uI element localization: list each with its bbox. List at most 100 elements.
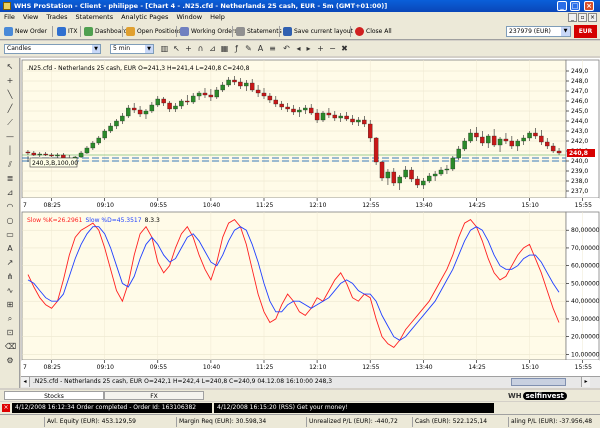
fibonacci-tool-icon[interactable]: ≣ (5, 174, 15, 184)
zoom-out-icon[interactable]: − (328, 44, 337, 53)
new-order-button[interactable]: New Order (4, 25, 47, 38)
candle-body (43, 153, 48, 156)
scroll-right-icon[interactable]: ▸ (304, 44, 313, 53)
open-positions-icon (126, 27, 135, 36)
arc-tool-icon[interactable]: ◠ (5, 202, 15, 212)
account-select-value: 237979 (EUR) (509, 28, 551, 35)
drawing-toolbar: ↖ + ╲ ╱ ⟋ — │ ⫽ ≣ ⊿ ◠ ○ ▭ A ↗ ⋔ ∿ ⊞ ⌕ ⊡ … (0, 58, 20, 388)
pitchfork-tool-icon[interactable]: ⋔ (5, 272, 15, 282)
close-window-button[interactable]: × (584, 1, 594, 11)
mdi-restore-button[interactable]: ▫ (578, 13, 587, 22)
text-tool-icon[interactable]: A (256, 44, 265, 53)
unrealized-pl: Unrealized P/L (EUR): -440,72 (306, 417, 412, 427)
tab-fx[interactable]: FX (104, 391, 204, 400)
lock-tool-icon[interactable]: ⊡ (5, 328, 15, 338)
horizontal-line-icon[interactable]: — (5, 132, 15, 142)
candle-body (533, 132, 538, 137)
chart-area[interactable]: 249,0 248,0 247,0 246,0 245,0 244,0 243,0 242,0… (21, 58, 600, 388)
rectangle-tool-icon[interactable]: ▭ (5, 230, 15, 240)
crosshair-icon[interactable]: + (184, 44, 193, 53)
pointer-tool-icon[interactable]: ↖ (5, 62, 15, 72)
menu-trades[interactable]: Trades (42, 12, 71, 23)
account-select[interactable]: 237979 (EUR) ▼ (506, 26, 571, 37)
gann-tool-icon[interactable]: ⊿ (5, 188, 15, 198)
channel-tool-icon[interactable]: ⫽ (5, 160, 15, 170)
toolbar-separator (232, 26, 233, 37)
chart-canvas[interactable]: 249,0 248,0 247,0 246,0 245,0 244,0 243,0 242,0… (21, 58, 600, 376)
close-all-icon (355, 27, 364, 36)
news-item[interactable]: 4/12/2008 16:12:34 Order completed - Ord… (12, 403, 212, 413)
stoch-tick-label: 40,00000 (571, 298, 600, 305)
zoom-in-icon[interactable]: + (316, 44, 325, 53)
scrollbar-thumb[interactable] (511, 378, 566, 386)
cycle-tool-icon[interactable]: ∿ (5, 286, 15, 296)
line-tool-icon[interactable]: ╲ (5, 90, 15, 100)
candle-body (480, 136, 485, 144)
close-icon[interactable]: × (2, 404, 10, 412)
magnet-icon[interactable]: ∩ (196, 44, 205, 53)
stoch-tick-label: 50,00000 (571, 280, 600, 287)
arrow-tool-icon[interactable]: ↗ (5, 258, 15, 268)
menu-window[interactable]: Window (172, 12, 206, 23)
mdi-minimize-button[interactable]: _ (568, 13, 577, 22)
settings-tool-icon[interactable]: ⚙ (5, 356, 15, 366)
scroll-left-icon[interactable]: ◂ (21, 377, 30, 387)
cursor-icon[interactable]: ↖ (172, 44, 181, 53)
undo-icon[interactable]: ↶ (282, 44, 291, 53)
save-layout-button[interactable]: Save current layout (283, 25, 353, 38)
menu-view[interactable]: View (19, 12, 42, 23)
candle-body (550, 145, 556, 152)
ruler-icon[interactable]: ⊿ (208, 44, 217, 53)
scroll-left-icon[interactable]: ◂ (294, 44, 303, 53)
minimize-button[interactable]: _ (557, 1, 567, 11)
news-item[interactable]: 4/12/2008 16:15:20 (RSS) Get your money! (214, 403, 494, 413)
menu-file[interactable]: File (0, 12, 19, 23)
open-positions-button[interactable]: Open Positions (126, 25, 181, 38)
candle-body (267, 95, 273, 101)
candle-body (84, 147, 90, 154)
itx-icon (57, 27, 66, 36)
itx-button[interactable]: ITX (57, 25, 78, 38)
calendar-icon[interactable]: ▦ (220, 44, 229, 53)
trendline-tool-icon[interactable]: ╱ (5, 104, 15, 114)
stoch-tick-label: 20,00000 (571, 334, 600, 341)
time-tick-label: 13:40 (415, 202, 432, 209)
statements-icon (236, 27, 245, 36)
ray-tool-icon[interactable]: ⟋ (5, 118, 15, 128)
price-pane (21, 59, 567, 199)
crosshair-label: 240,3,B,100,00 (32, 160, 78, 167)
menu-statements[interactable]: Statements (72, 12, 118, 23)
crosshair-tool-icon[interactable]: + (5, 76, 15, 86)
drawing-icon[interactable]: ✎ (244, 44, 253, 53)
measure-tool-icon[interactable]: ⊞ (5, 300, 15, 310)
delete-icon[interactable]: ✖ (340, 44, 349, 53)
bar-chart-icon[interactable]: ▥ (160, 44, 169, 53)
zoom-tool-icon[interactable]: ⌕ (5, 314, 15, 324)
toolbar-separator (279, 26, 280, 37)
candle-body (338, 115, 343, 119)
statements-button[interactable]: Statements (236, 25, 282, 38)
close-all-button[interactable]: Close All (355, 25, 392, 38)
price-legend: .N25.cfd - Netherlands 25 cash, EUR O=24… (27, 65, 250, 72)
status-bar: Avl. Equity (EUR): 453.129,59 Margin Req… (0, 414, 600, 428)
fibonacci-icon[interactable]: ≡ (268, 44, 277, 53)
interval-select[interactable]: 5 min ▼ (110, 44, 154, 54)
indicator-icon[interactable]: ƒ (232, 44, 241, 53)
text-tool-icon[interactable]: A (5, 244, 15, 254)
maximize-button[interactable]: □ (570, 1, 580, 11)
scroll-right-icon[interactable]: ▸ (581, 377, 590, 387)
ellipse-tool-icon[interactable]: ○ (5, 216, 15, 226)
candle-body (114, 120, 119, 127)
working-orders-button[interactable]: Working Orders (180, 25, 238, 38)
menu-analytic-pages[interactable]: Analytic Pages (117, 12, 172, 23)
candle-body (474, 132, 479, 138)
candle-body (255, 89, 261, 94)
menu-help[interactable]: Help (206, 12, 229, 23)
tab-stocks[interactable]: Stocks (4, 391, 104, 400)
eraser-tool-icon[interactable]: ⌫ (5, 342, 16, 352)
vertical-line-icon[interactable]: │ (5, 146, 15, 156)
candle-body (509, 140, 515, 147)
mdi-close-button[interactable]: × (588, 13, 597, 22)
chart-info-bar[interactable]: ◂ .N25.cfd - Netherlands 25 cash, EUR O=… (21, 376, 600, 388)
chart-style-select[interactable]: Candles ▼ (4, 44, 101, 54)
